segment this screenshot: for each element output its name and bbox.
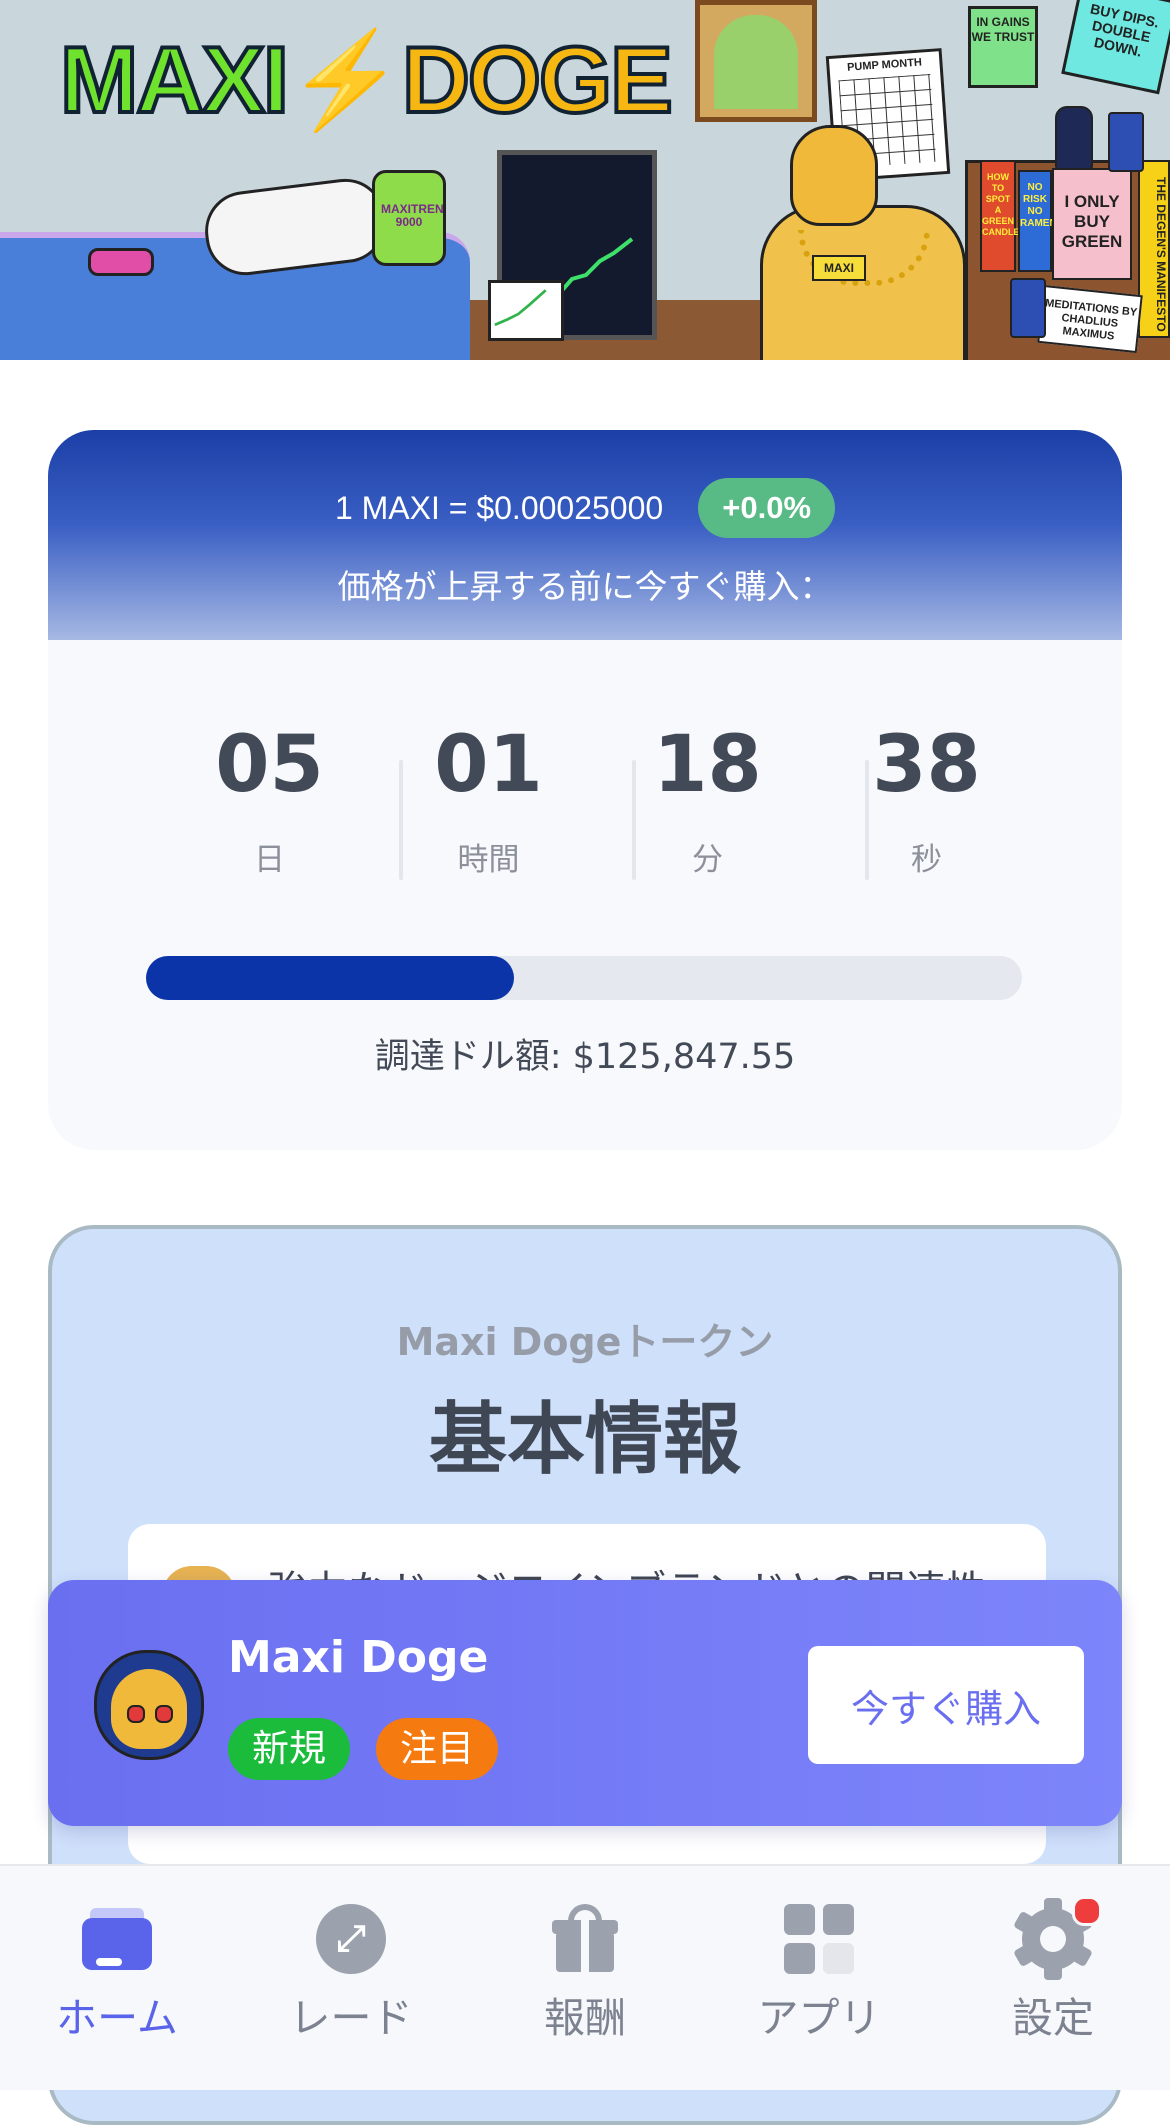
hero-doge-character: MAXI [760, 125, 970, 360]
doge-tag: MAXI [812, 255, 866, 281]
apps-grid-icon [784, 1904, 854, 1974]
book-meditations: MEDITATIONS BY CHADLIUS MAXIMUS [1037, 284, 1143, 354]
hero-jar: MAXITREN 9000 [372, 170, 446, 266]
countdown-label: 秒 [911, 842, 942, 878]
countdown-timer: 05 日 01 時間 18 分 38 秒 [160, 720, 1036, 880]
bottom-nav: ホーム ⤢ レード 報酬 アプリ 設定 [0, 1864, 1170, 2090]
countdown-hours: 01 時間 [379, 720, 598, 880]
hero-dumbbell [88, 248, 154, 276]
book-spot: HOW TO SPOT A GREEN CANDLE [980, 160, 1020, 272]
energy-can [1010, 278, 1046, 338]
countdown-minutes: 18 分 [598, 720, 817, 880]
sticky-note-dips: BUY DIPS. DOUBLE DOWN. [1061, 0, 1170, 95]
grid-square [823, 1943, 854, 1974]
info-title: 基本情報 [428, 1395, 741, 1485]
trade-arrows-icon: ⤢ [316, 1904, 386, 1974]
token-avatar [94, 1650, 204, 1760]
buy-now-button[interactable]: 今すぐ購入 [808, 1646, 1084, 1764]
grid-square [784, 1943, 815, 1974]
doge-head [790, 125, 878, 226]
calendar-title: PUMP MONTH [846, 56, 923, 74]
card-body [82, 1918, 152, 1970]
countdown-value: 05 [215, 720, 324, 810]
sticky-note-trust: IN GAINS WE TRUST [968, 6, 1038, 88]
countdown-seconds: 38 秒 [817, 720, 1036, 880]
gear-hole [1040, 1926, 1066, 1952]
gear-icon [1012, 1896, 1102, 1980]
nav-label: アプリ [757, 1994, 881, 2042]
presale-progress-fill [146, 956, 514, 1000]
nav-label: 報酬 [544, 1994, 626, 2042]
nav-item-rewards[interactable]: 報酬 [468, 1866, 702, 2090]
expand-arrows-glyph: ⤢ [336, 1918, 366, 1959]
price-rate: 1 MAXI = $0.00025000 [334, 489, 664, 526]
tag-featured: 注目 [376, 1718, 498, 1780]
jar-label: MAXITREN 9000 [381, 202, 444, 229]
price-change-badge: +0.0% [698, 478, 836, 538]
mini-chart-line [494, 289, 547, 327]
energy-can [1108, 112, 1144, 172]
hero-picture-frame [695, 0, 817, 122]
countdown-label: 時間 [457, 842, 520, 878]
gift-ribbon [581, 1918, 589, 1972]
countdown-days: 05 日 [160, 720, 379, 880]
logo-doge: DOGE [400, 27, 675, 132]
avatar-doge-face [111, 1669, 187, 1749]
card-strip [96, 1958, 122, 1966]
hero-banner: MAXITREN 9000 MAXI⚡DOGE PUMP MONTH IN GA… [0, 0, 1170, 360]
info-kicker: Maxi Dogeトークン [396, 1320, 774, 1364]
tag-new: 新規 [228, 1718, 350, 1780]
notification-dot [1072, 1896, 1102, 1926]
nav-label: レード [289, 1994, 413, 2042]
wallet-card-icon [82, 1904, 152, 1974]
grid-square [784, 1904, 815, 1935]
raised-amount: 調達ドル額: $125,847.55 [374, 1037, 796, 1077]
token-promo-bar: Maxi Doge 新規 注目 今すぐ購入 [48, 1580, 1122, 1826]
grid-square [823, 1904, 854, 1935]
hero-logo: MAXI⚡DOGE [58, 27, 675, 132]
book-manifesto: THE DEGEN'S MANIFESTO [1138, 160, 1170, 338]
hero-mini-chart [488, 280, 564, 341]
countdown-value: 01 [434, 720, 543, 810]
token-name: Maxi Doge [228, 1632, 489, 1683]
logo-maxi: MAXI [58, 27, 291, 132]
nav-item-home[interactable]: ホーム [0, 1866, 234, 2090]
gift-icon [550, 1904, 620, 1974]
price-line: 1 MAXI = $0.00025000 +0.0% [48, 478, 1122, 538]
countdown-value: 18 [653, 720, 762, 810]
presale-card: 1 MAXI = $0.00025000 +0.0% 価格が上昇する前に今すぐ購… [48, 430, 1122, 1150]
presale-header: 1 MAXI = $0.00025000 +0.0% 価格が上昇する前に今すぐ購… [48, 430, 1122, 640]
presale-subtitle: 価格が上昇する前に今すぐ購入： [337, 567, 833, 606]
avatar-eye [155, 1705, 173, 1723]
countdown-label: 日 [254, 842, 285, 878]
book-risk: NO RISK NO RAMEN [1018, 170, 1057, 272]
avatar-eye [127, 1705, 145, 1723]
hero-figurine [1055, 106, 1093, 170]
nav-item-trade[interactable]: ⤢ レード [234, 1866, 468, 2090]
logo-bolt-icon: ⚡ [285, 27, 406, 132]
nav-label: 設定 [1012, 1994, 1094, 2042]
nav-item-apps[interactable]: アプリ [702, 1866, 936, 2090]
countdown-value: 38 [872, 720, 981, 810]
countdown-label: 分 [692, 842, 723, 878]
book-green: I ONLY BUY GREEN [1052, 168, 1132, 280]
nav-item-settings[interactable]: 設定 [936, 1866, 1170, 2090]
nav-label: ホーム [56, 1994, 178, 2042]
frame-portrait [714, 15, 798, 109]
presale-progress-bar [146, 956, 1022, 1000]
